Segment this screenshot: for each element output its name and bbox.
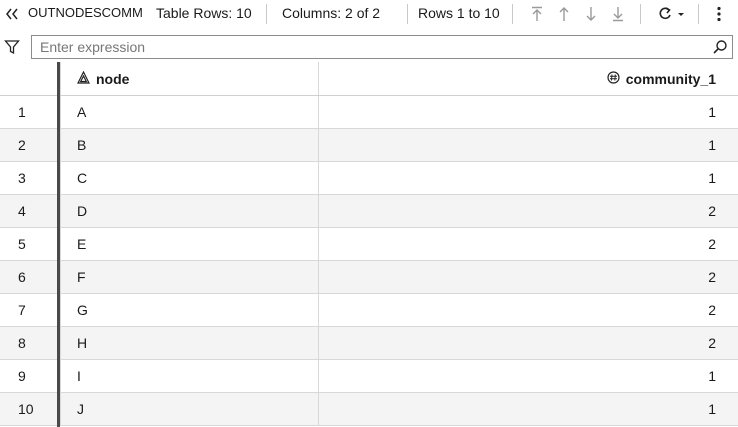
first-row-icon[interactable] (527, 4, 547, 24)
table-row[interactable]: 1 A 1 (0, 96, 738, 129)
collapse-double-chevron-left-icon[interactable] (2, 4, 22, 24)
character-type-icon (77, 70, 90, 87)
column-header-node[interactable]: node (60, 62, 318, 95)
numeric-type-icon (607, 70, 620, 87)
expression-input[interactable] (40, 38, 700, 56)
table-row[interactable]: 3 C 1 (0, 162, 738, 195)
community-cell[interactable]: 2 (318, 294, 738, 326)
last-row-icon[interactable] (608, 4, 628, 24)
data-grid: node community_1 1 A 1 2 B 1 3 C 1 4 D 2… (0, 62, 738, 427)
node-cell[interactable]: A (60, 96, 318, 128)
filter-bar (0, 34, 738, 60)
column-header-community[interactable]: community_1 (318, 62, 738, 95)
node-cell[interactable]: F (60, 261, 318, 293)
table-row[interactable]: 5 E 2 (0, 228, 738, 261)
toolbar-separator (698, 4, 699, 24)
column-header-label: community_1 (625, 70, 716, 87)
row-number: 2 (18, 137, 26, 153)
rows-range: Rows 1 to 10 (418, 5, 500, 21)
filter-icon[interactable] (2, 37, 22, 57)
column-header-label: node (96, 70, 130, 87)
node-cell[interactable]: E (60, 228, 318, 260)
next-row-icon[interactable] (581, 4, 601, 24)
row-number-divider (57, 62, 60, 427)
toolbar-separator (266, 4, 267, 24)
previous-row-icon[interactable] (554, 4, 574, 24)
row-number: 3 (18, 170, 26, 186)
community-cell[interactable]: 1 (318, 129, 738, 161)
community-cell[interactable]: 1 (318, 393, 738, 425)
node-cell[interactable]: B (60, 129, 318, 161)
table-row[interactable]: 4 D 2 (0, 195, 738, 228)
toolbar-separator (512, 4, 513, 24)
table-row[interactable]: 10 J 1 (0, 393, 738, 426)
table-row[interactable]: 2 B 1 (0, 129, 738, 162)
node-cell[interactable]: C (60, 162, 318, 194)
refresh-dropdown-icon[interactable] (656, 4, 688, 24)
node-cell[interactable]: I (60, 360, 318, 392)
table-row[interactable]: 7 G 2 (0, 294, 738, 327)
column-header-row: node community_1 (0, 62, 738, 96)
community-cell[interactable]: 1 (318, 96, 738, 128)
community-cell[interactable]: 1 (318, 162, 738, 194)
community-cell[interactable]: 2 (318, 327, 738, 359)
community-cell[interactable]: 1 (318, 360, 738, 392)
toolbar: OUTNODESCOMM Table Rows: 10 Columns: 2 o… (0, 0, 738, 29)
table-name: OUTNODESCOMM (28, 5, 143, 20)
search-icon[interactable] (711, 38, 729, 56)
more-options-icon[interactable] (709, 4, 729, 24)
row-number: 10 (18, 401, 34, 417)
node-cell[interactable]: G (60, 294, 318, 326)
node-cell[interactable]: D (60, 195, 318, 227)
row-number: 4 (18, 203, 26, 219)
row-number: 9 (18, 368, 26, 384)
toolbar-separator (640, 4, 641, 24)
row-number: 5 (18, 236, 26, 252)
row-number: 7 (18, 302, 26, 318)
community-cell[interactable]: 2 (318, 195, 738, 227)
node-cell[interactable]: H (60, 327, 318, 359)
node-cell[interactable]: J (60, 393, 318, 425)
community-cell[interactable]: 2 (318, 261, 738, 293)
community-cell[interactable]: 2 (318, 228, 738, 260)
table-rows-count: Table Rows: 10 (156, 5, 252, 21)
table-row[interactable]: 9 I 1 (0, 360, 738, 393)
table-row[interactable]: 6 F 2 (0, 261, 738, 294)
table-row[interactable]: 8 H 2 (0, 327, 738, 360)
row-number: 1 (18, 104, 26, 120)
expression-box (31, 35, 733, 59)
row-number: 8 (18, 335, 26, 351)
row-number-header (0, 62, 58, 95)
toolbar-separator (407, 4, 408, 24)
row-number: 6 (18, 269, 26, 285)
columns-selector[interactable]: Columns: 2 of 2 (282, 5, 380, 21)
